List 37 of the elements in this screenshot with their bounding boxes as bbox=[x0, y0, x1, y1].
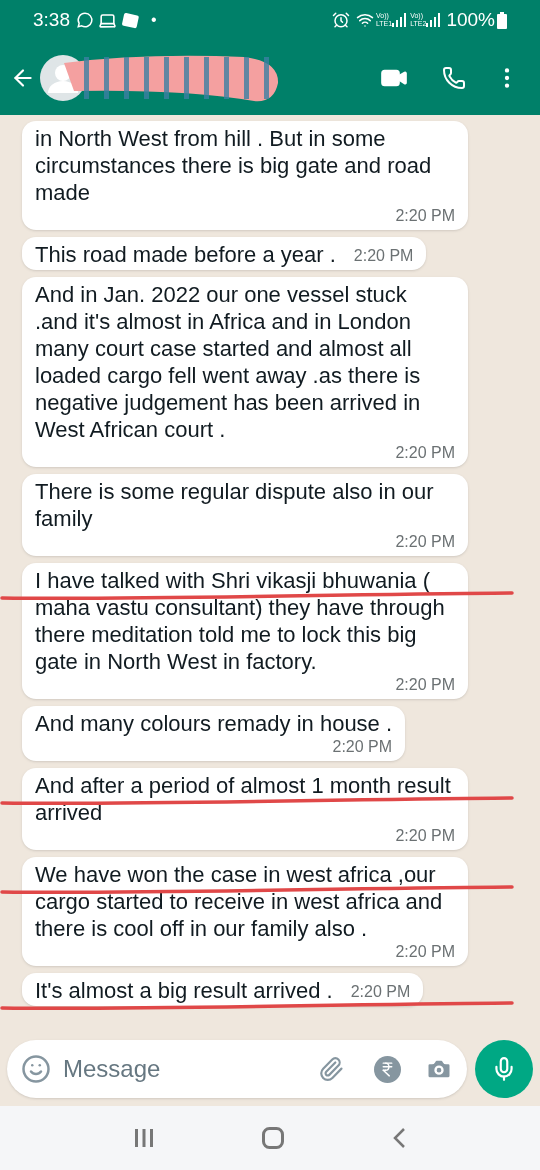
message-time: 2:20 PM bbox=[395, 206, 455, 226]
notification-dot: • bbox=[151, 10, 157, 30]
message-time: 2:20 PM bbox=[395, 675, 455, 695]
back-nav-icon[interactable] bbox=[392, 1127, 406, 1149]
attach-icon[interactable] bbox=[318, 1056, 344, 1082]
emoji-icon[interactable] bbox=[21, 1054, 51, 1084]
message-text: It's almost a big result arrived . bbox=[35, 977, 333, 1004]
message-time: 2:20 PM bbox=[353, 246, 414, 266]
message-text: This road made before a year . bbox=[35, 241, 336, 268]
message-text: There is some regular dispute also in our family bbox=[35, 478, 435, 532]
message-time: 2:20 PM bbox=[395, 443, 455, 463]
rupee-icon[interactable] bbox=[374, 1055, 401, 1083]
message-time: 2:20 PM bbox=[395, 532, 455, 552]
home-icon[interactable] bbox=[262, 1127, 284, 1149]
battery-icon bbox=[497, 11, 507, 29]
alarm-icon bbox=[331, 11, 350, 29]
message-input[interactable]: Message bbox=[7, 1040, 467, 1098]
message-field[interactable]: Message bbox=[63, 1051, 318, 1087]
message-time: 2:20 PM bbox=[350, 982, 411, 1002]
recent-apps-icon[interactable] bbox=[134, 1128, 154, 1148]
message-text: in North West from hill . But in some circumstances there is big gate and road made bbox=[35, 125, 433, 206]
mic-button[interactable] bbox=[475, 1040, 533, 1098]
message-time: 2:20 PM bbox=[332, 737, 393, 757]
message-text: And in Jan. 2022 our one vessel stuck .and it's almost in Africa and in London many court case started and almost all loaded cargo fell went away .as there is negative judgement has been arrived in West African court . bbox=[35, 281, 422, 443]
message-text: I have talked with Shri vikasji bhuwania ( maha vastu consultant) they have through there meditation told me to lock this big gate in North West in factory. bbox=[35, 567, 446, 675]
message-text: And many colours remady in house . bbox=[35, 710, 393, 737]
clock-time: 3:38 bbox=[33, 7, 70, 32]
message-time: 2:20 PM bbox=[395, 826, 455, 846]
message-text: And after a period of almost 1 month result arrived bbox=[35, 772, 452, 826]
chat-bubble-icon bbox=[76, 11, 94, 29]
signal-icon bbox=[392, 13, 407, 27]
signal-icon bbox=[426, 13, 441, 27]
message-text: We have won the case in west africa ,our cargo started to receive in west africa and there is cool off in our family also . bbox=[35, 861, 444, 942]
call-icon[interactable] bbox=[442, 65, 466, 90]
battery-level: 100% bbox=[446, 7, 495, 32]
message-time: 2:20 PM bbox=[395, 942, 455, 962]
wifi-icon bbox=[355, 11, 374, 29]
